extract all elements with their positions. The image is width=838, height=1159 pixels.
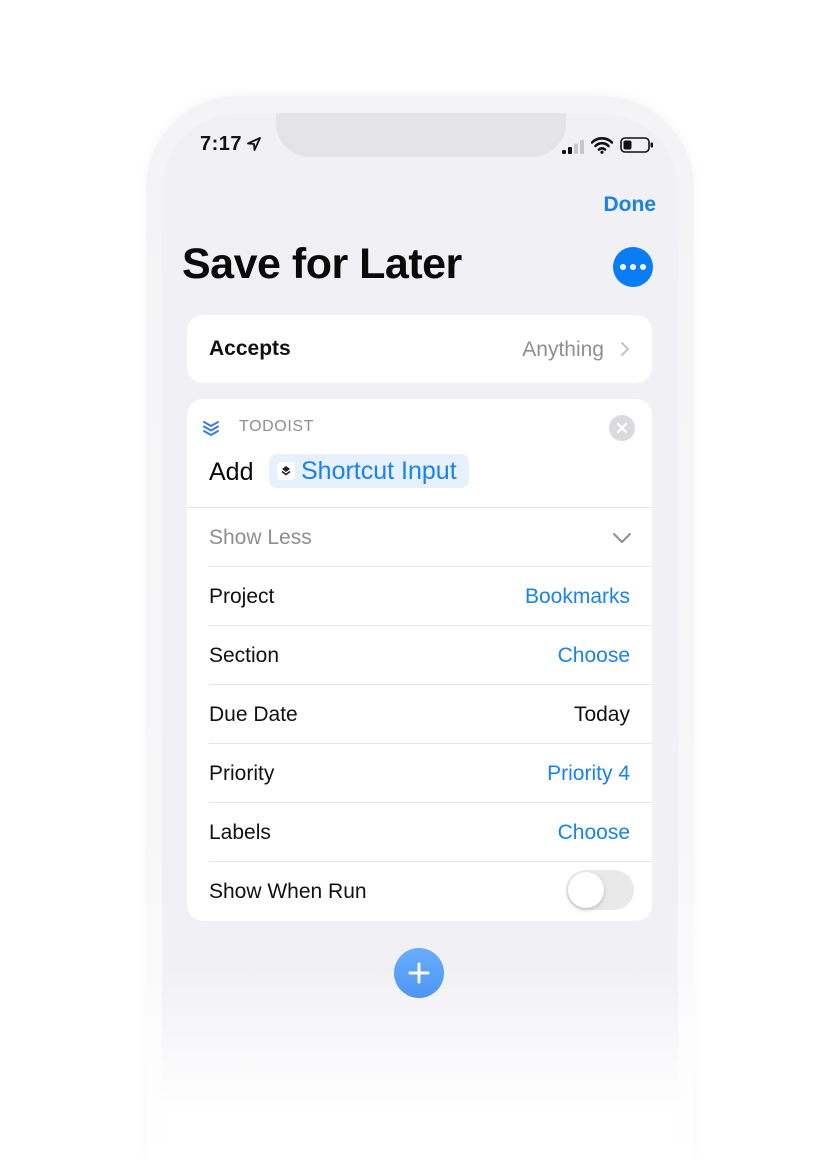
variable-label: Shortcut Input [301,456,457,485]
location-arrow-icon [247,137,261,151]
section-value[interactable]: Choose [558,644,630,668]
remove-action-button[interactable] [609,415,635,441]
due-date-value[interactable]: Today [574,703,630,727]
plus-icon [408,962,430,984]
due-date-row[interactable]: Due Date Today [209,684,652,743]
more-options-button[interactable] [613,247,653,287]
project-value[interactable]: Bookmarks [525,585,630,609]
divider [187,507,652,508]
app-name: TODOIST [239,418,315,435]
toggle-knob [568,872,604,908]
section-row[interactable]: Section Choose [209,625,652,684]
chevron-down-icon[interactable] [612,532,632,544]
labels-value[interactable]: Choose [558,821,630,845]
chevron-right-icon [621,342,629,356]
accepts-label: Accepts [209,337,291,360]
ellipsis-icon [630,264,636,270]
action-verb: Add [209,458,254,486]
wifi-icon [591,137,613,154]
close-icon [616,422,628,434]
show-less-button[interactable]: Show Less [209,526,312,550]
row-label: Labels [209,821,271,844]
phone-screen: 7:17 Done Save for Later Accepts Anythin… [162,113,678,1159]
notch [276,113,566,157]
priority-value[interactable]: Priority 4 [547,762,630,786]
done-button[interactable]: Done [604,193,657,217]
page-title: Save for Later [182,240,462,288]
show-when-run-toggle[interactable] [566,870,634,910]
cellular-signal-icon [562,140,584,154]
shortcut-input-variable[interactable]: Shortcut Input [269,454,469,488]
ellipsis-icon [620,264,626,270]
add-action-button[interactable] [394,948,444,998]
stage: 7:17 Done Save for Later Accepts Anythin… [0,0,838,1159]
priority-row[interactable]: Priority Priority 4 [209,743,652,802]
shortcut-input-icon [277,462,295,480]
todoist-action-card: TODOIST Add Shortcut Input Show Less Pro… [187,399,652,921]
row-label: Priority [209,762,275,785]
show-when-run-row: Show When Run [209,861,652,920]
row-label: Due Date [209,703,298,726]
todoist-icon [203,421,219,436]
accepts-value: Anything [522,338,604,361]
battery-icon [620,137,653,153]
status-time: 7:17 [200,133,243,155]
row-label: Project [209,585,275,608]
accepts-row[interactable]: Accepts Anything [187,315,652,383]
row-label: Show When Run [209,880,367,903]
project-row[interactable]: Project Bookmarks [209,566,652,625]
labels-row[interactable]: Labels Choose [209,802,652,861]
ellipsis-icon [640,264,646,270]
row-label: Section [209,644,280,667]
